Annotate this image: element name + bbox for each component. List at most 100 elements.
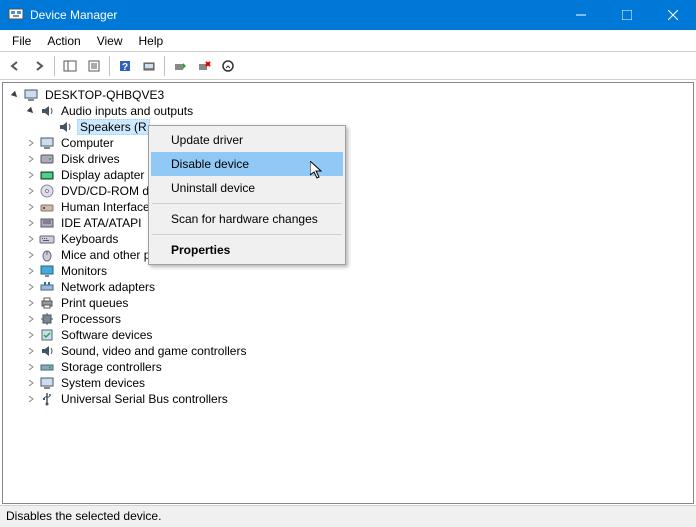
context-properties[interactable]: Properties: [151, 238, 343, 262]
tree-category-display[interactable]: Display adapter: [5, 167, 691, 183]
display-icon: [39, 167, 55, 183]
context-uninstall-device[interactable]: Uninstall device: [151, 176, 343, 200]
tree-label: Processors: [59, 312, 123, 326]
window-controls: [558, 0, 696, 30]
tree-category-network[interactable]: Network adapters: [5, 279, 691, 295]
statusbar-text: Disables the selected device.: [6, 509, 161, 523]
maximize-button[interactable]: [604, 0, 650, 30]
software-icon: [39, 327, 55, 343]
tree-category-mice[interactable]: Mice and other pointing devices: [5, 247, 691, 263]
monitor-icon: [39, 263, 55, 279]
computer-icon: [23, 87, 39, 103]
statusbar: Disables the selected device.: [0, 505, 696, 527]
tree-label: Storage controllers: [59, 360, 164, 374]
help-toolbar-button[interactable]: ?: [114, 55, 136, 77]
storage-icon: [39, 359, 55, 375]
tree-category-hid[interactable]: Human Interface: [5, 199, 691, 215]
tree-category-print[interactable]: Print queues: [5, 295, 691, 311]
expander-closed-icon[interactable]: [25, 297, 37, 309]
expander-closed-icon[interactable]: [25, 393, 37, 405]
context-separator: [152, 203, 342, 204]
tree-label: Monitors: [59, 264, 109, 278]
tree-label: Computer: [59, 136, 116, 150]
expander-closed-icon[interactable]: [25, 217, 37, 229]
desktop-icon: [39, 135, 55, 151]
tree-category-storage[interactable]: Storage controllers: [5, 359, 691, 375]
titlebar: Device Manager: [0, 0, 696, 30]
expander-closed-icon[interactable]: [25, 185, 37, 197]
tree-category-sound[interactable]: Sound, video and game controllers: [5, 343, 691, 359]
tree-category-disk[interactable]: Disk drives: [5, 151, 691, 167]
tree-category-processors[interactable]: Processors: [5, 311, 691, 327]
tree-label: Keyboards: [59, 232, 120, 246]
disk-icon: [39, 151, 55, 167]
tree-category-monitors[interactable]: Monitors: [5, 263, 691, 279]
context-scan-hardware[interactable]: Scan for hardware changes: [151, 207, 343, 231]
tree-label: IDE ATA/ATAPI: [59, 216, 143, 230]
expander-closed-icon[interactable]: [25, 249, 37, 261]
uninstall-toolbar-button[interactable]: [193, 55, 215, 77]
minimize-button[interactable]: [558, 0, 604, 30]
tree-category-audio[interactable]: Audio inputs and outputs: [5, 103, 691, 119]
expander-closed-icon[interactable]: [25, 313, 37, 325]
expander-closed-icon[interactable]: [25, 265, 37, 277]
tree-label: Universal Serial Bus controllers: [59, 392, 230, 406]
expander-closed-icon[interactable]: [25, 169, 37, 181]
context-update-driver[interactable]: Update driver: [151, 128, 343, 152]
cpu-icon: [39, 311, 55, 327]
system-icon: [39, 375, 55, 391]
speaker-icon: [39, 103, 55, 119]
expander-closed-icon[interactable]: [25, 153, 37, 165]
scan-hardware-button[interactable]: [138, 55, 160, 77]
tree-device-speakers[interactable]: Speakers (R: [5, 119, 691, 135]
expander-open-icon[interactable]: [9, 89, 21, 101]
menu-action[interactable]: Action: [39, 32, 88, 50]
tree-label: Software devices: [59, 328, 154, 342]
window-title: Device Manager: [30, 8, 558, 22]
forward-button[interactable]: [28, 55, 50, 77]
context-disable-device[interactable]: Disable device: [151, 152, 343, 176]
disable-toolbar-button[interactable]: [217, 55, 239, 77]
tree-label: Print queues: [59, 296, 130, 310]
tree-label: Human Interface: [59, 200, 152, 214]
menu-view[interactable]: View: [89, 32, 131, 50]
expander-closed-icon[interactable]: [25, 361, 37, 373]
close-button[interactable]: [650, 0, 696, 30]
update-driver-toolbar-button[interactable]: [169, 55, 191, 77]
show-hide-tree-button[interactable]: [59, 55, 81, 77]
tree-label: System devices: [59, 376, 147, 390]
speaker-icon: [57, 119, 73, 135]
tree-category-usb[interactable]: Universal Serial Bus controllers: [5, 391, 691, 407]
menu-help[interactable]: Help: [131, 32, 172, 50]
tree-label: Speakers (R: [77, 119, 150, 135]
device-tree[interactable]: DESKTOP-QHBQVE3 Audio inputs and outputs…: [2, 82, 694, 504]
tree-root[interactable]: DESKTOP-QHBQVE3: [5, 87, 691, 103]
toolbar: ?: [0, 52, 696, 80]
properties-toolbar-button[interactable]: [83, 55, 105, 77]
tree-label: Disk drives: [59, 152, 122, 166]
back-button[interactable]: [4, 55, 26, 77]
keyboard-icon: [39, 231, 55, 247]
expander-closed-icon[interactable]: [25, 377, 37, 389]
expander-closed-icon[interactable]: [25, 345, 37, 357]
tree-label: Sound, video and game controllers: [59, 344, 248, 358]
toolbar-separator: [109, 56, 110, 76]
tree-category-computer[interactable]: Computer: [5, 135, 691, 151]
expander-closed-icon[interactable]: [25, 329, 37, 341]
expander-closed-icon[interactable]: [25, 201, 37, 213]
tree-category-ide[interactable]: IDE ATA/ATAPI: [5, 215, 691, 231]
context-menu: Update driver Disable device Uninstall d…: [148, 125, 346, 265]
tree-label: Display adapter: [59, 168, 146, 182]
tree-category-keyboards[interactable]: Keyboards: [5, 231, 691, 247]
menu-file[interactable]: File: [4, 32, 39, 50]
mouse-icon: [39, 247, 55, 263]
menubar: File Action View Help: [0, 30, 696, 52]
expander-open-icon[interactable]: [25, 105, 37, 117]
expander-closed-icon[interactable]: [25, 281, 37, 293]
tree-category-software[interactable]: Software devices: [5, 327, 691, 343]
expander-closed-icon[interactable]: [25, 137, 37, 149]
tree-category-dvd[interactable]: DVD/CD-ROM d: [5, 183, 691, 199]
tree-label: DVD/CD-ROM d: [59, 184, 151, 198]
tree-category-system[interactable]: System devices: [5, 375, 691, 391]
expander-closed-icon[interactable]: [25, 233, 37, 245]
